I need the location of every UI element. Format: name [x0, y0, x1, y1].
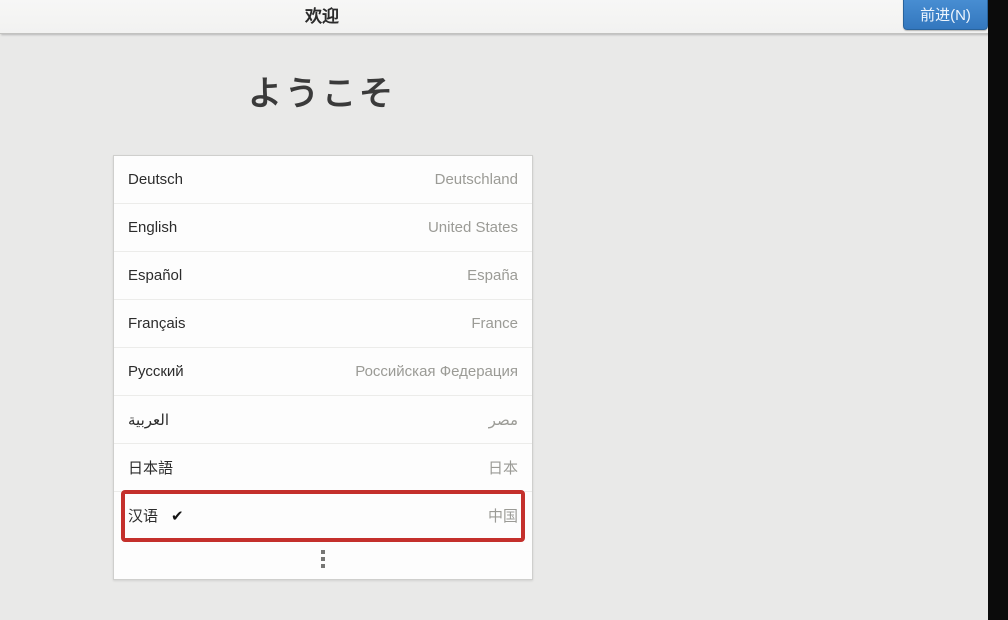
language-label: Русский	[128, 363, 184, 380]
region-label: Российская Федерация	[355, 363, 518, 380]
window-title: 欢迎	[0, 0, 644, 33]
region-label: España	[467, 267, 518, 284]
more-languages-button[interactable]	[114, 539, 532, 579]
welcome-heading: ようこそ	[0, 66, 644, 115]
region-label: United States	[428, 219, 518, 236]
language-row-francais[interactable]: Français France	[114, 299, 532, 347]
language-row-arabic[interactable]: العربية مصر	[114, 395, 532, 443]
language-label: العربية	[128, 411, 169, 429]
region-label: 中国	[488, 505, 518, 526]
language-label: Français	[128, 315, 186, 332]
language-label: Deutsch	[128, 171, 183, 188]
language-row-japanese[interactable]: 日本語 日本	[114, 443, 532, 491]
region-label: مصر	[489, 411, 518, 429]
language-label: English	[128, 219, 177, 236]
language-row-chinese-selected[interactable]: 汉语 ✔ 中国	[114, 491, 532, 539]
language-label: 汉语 ✔	[128, 505, 184, 526]
region-label: Deutschland	[435, 171, 518, 188]
language-label: Español	[128, 267, 182, 284]
forward-button[interactable]: 前进(N)	[903, 0, 988, 30]
language-row-english[interactable]: English United States	[114, 203, 532, 251]
language-row-russian[interactable]: Русский Российская Федерация	[114, 347, 532, 395]
screen-edge-strip	[988, 0, 1008, 620]
header-bar: 欢迎 前进(N)	[0, 0, 1008, 34]
check-icon: ✔	[171, 507, 184, 525]
language-label: 日本語	[128, 457, 173, 478]
initial-setup-window: 欢迎 前进(N) ようこそ Deutsch Deutschland Englis…	[0, 0, 1008, 620]
vertical-ellipsis-icon	[321, 550, 325, 568]
language-row-deutsch[interactable]: Deutsch Deutschland	[114, 156, 532, 203]
language-list: Deutsch Deutschland English United State…	[113, 155, 533, 580]
region-label: 日本	[488, 457, 518, 478]
language-row-espanol[interactable]: Español España	[114, 251, 532, 299]
region-label: France	[471, 315, 518, 332]
selected-language-text: 汉语	[128, 505, 158, 526]
